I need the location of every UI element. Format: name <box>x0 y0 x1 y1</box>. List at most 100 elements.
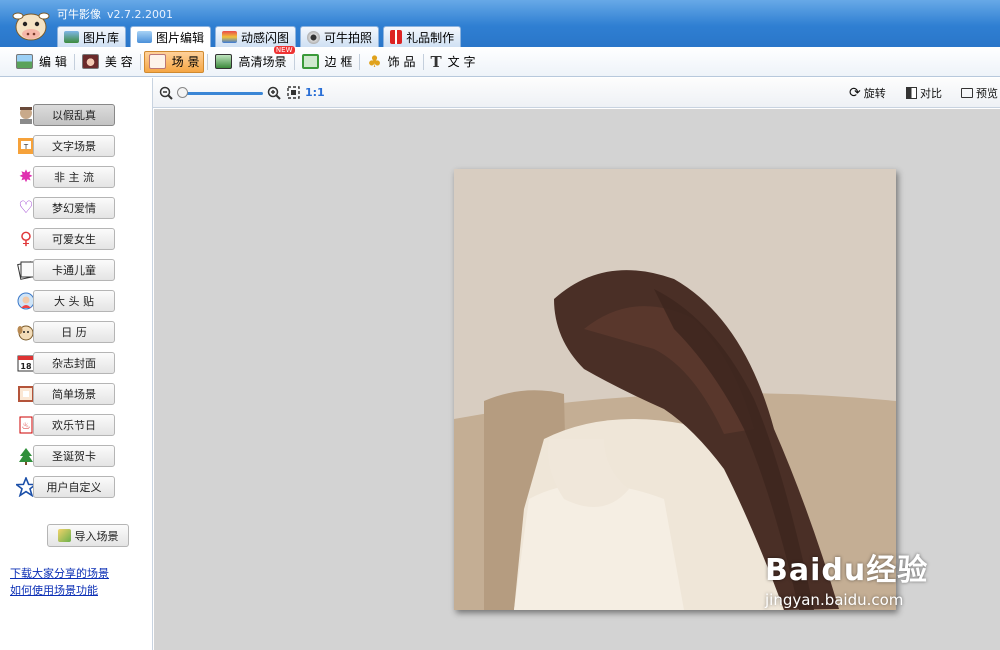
zoom-out-button[interactable] <box>159 86 173 103</box>
edit-photo-icon <box>137 31 153 43</box>
category-calendar[interactable]: 日 历 <box>33 321 115 343</box>
tab-gift[interactable]: 礼品制作 <box>383 26 462 47</box>
toolbar-divider <box>73 53 75 70</box>
gallery-icon <box>64 31 79 43</box>
category-text-scene[interactable]: 文字场景 <box>33 135 115 157</box>
tab-label: 图片库 <box>83 30 120 45</box>
rotate-icon: ⟳ <box>849 85 861 101</box>
tool-scene[interactable]: 场 景 <box>143 50 205 73</box>
category-non-mainstream[interactable]: 非 主 流 <box>33 166 115 188</box>
view-toolbar: 1:1 ⟳ 旋转 对比 预览 <box>153 78 1000 108</box>
compare-label: 对比 <box>920 87 942 100</box>
gift-icon <box>390 30 403 44</box>
compare-icon <box>906 87 917 99</box>
category-label: 大 头 贴 <box>54 295 94 308</box>
tool-text[interactable]: T文 字 <box>427 51 480 73</box>
preview-button[interactable]: 预览 <box>961 85 998 101</box>
tab-animated[interactable]: 动感闪图 <box>215 26 297 47</box>
calendar-date: 18 <box>20 362 32 371</box>
import-label: 导入场景 <box>74 529 119 543</box>
preview-icon <box>961 88 973 98</box>
photo-content <box>454 169 896 610</box>
how-to-use-scenes-link[interactable]: 如何使用场景功能 <box>10 582 98 598</box>
rotate-label: 旋转 <box>863 87 886 100</box>
actual-size-button[interactable]: 1:1 <box>305 86 325 99</box>
tool-label: 场 景 <box>171 55 200 69</box>
edit-toolbar: 编 辑 美 容 场 景 高清场景 NEW 边 框 ♣ 饰 品 T 文 字 <box>0 45 1000 77</box>
tab-photo-edit[interactable]: 图片编辑 <box>130 26 212 47</box>
tool-edit[interactable]: 编 辑 <box>12 51 71 73</box>
clover-icon: ♣ <box>367 51 382 71</box>
toolbar-divider <box>359 53 361 70</box>
category-label: 卡通儿童 <box>52 264 96 277</box>
toolbar-divider <box>139 53 141 70</box>
toolbar-divider <box>293 53 295 70</box>
face-icon <box>81 54 99 69</box>
tab-webcam[interactable]: 可牛拍照 <box>300 26 380 47</box>
tool-label: 高清场景 <box>238 55 287 69</box>
tool-label: 饰 品 <box>387 55 416 69</box>
zoom-out-icon <box>159 86 173 100</box>
title-bar: 可牛影像 v2.7.2.2001 图片库 图片编辑 动感闪图 可牛拍照 礼品制作 <box>0 0 1000 47</box>
fit-icon <box>287 86 300 99</box>
baidu-watermark: Baidu经验 jingyan.baidu.com <box>765 545 928 609</box>
tab-label: 可牛拍照 <box>324 30 373 45</box>
tool-label: 文 字 <box>447 55 476 69</box>
edited-photo[interactable] <box>454 169 896 610</box>
toolbar-divider <box>422 53 424 70</box>
zoom-slider[interactable] <box>179 92 263 95</box>
svg-text:♨: ♨ <box>22 421 31 432</box>
category-cute-girl[interactable]: 可爱女生 <box>33 228 115 250</box>
scene-icon <box>148 54 166 69</box>
tool-label: 边 框 <box>324 55 353 69</box>
category-simple-scene[interactable]: 简单场景 <box>33 383 115 405</box>
frame-icon <box>301 54 319 69</box>
category-label: 可爱女生 <box>52 233 96 246</box>
download-shared-scenes-link[interactable]: 下载大家分享的场景 <box>10 565 109 581</box>
category-label: 圣诞贺卡 <box>52 450 96 463</box>
tab-label: 动感闪图 <box>241 30 290 45</box>
category-realistic[interactable]: 以假乱真 <box>33 104 115 126</box>
tool-frame[interactable]: 边 框 <box>298 51 357 73</box>
toolbar-divider <box>207 53 209 70</box>
zoom-in-icon <box>267 86 281 100</box>
app-version: v2.7.2.2001 <box>107 8 173 21</box>
category-dream-love[interactable]: 梦幻爱情 <box>33 197 115 219</box>
tool-label: 编 辑 <box>39 55 67 69</box>
category-photo-sticker[interactable]: 大 头 贴 <box>33 290 115 312</box>
category-label: 梦幻爱情 <box>52 202 96 215</box>
tab-gallery[interactable]: 图片库 <box>57 26 127 47</box>
category-label: 简单场景 <box>52 388 96 401</box>
scene-sidebar: 以假乱真 T 文字场景 ✸ 非 主 流 ♡ 梦幻爱情 ♀ 可爱女生 卡通儿童 大… <box>0 78 153 650</box>
watermark-brand: Baidu经验 <box>765 553 929 588</box>
tool-beauty[interactable]: 美 容 <box>78 51 137 73</box>
webcam-icon <box>307 30 321 44</box>
category-label: 文字场景 <box>52 140 96 153</box>
compare-button[interactable]: 对比 <box>906 85 942 101</box>
tool-accessory[interactable]: ♣ 饰 品 <box>363 51 419 73</box>
rotate-button[interactable]: ⟳ 旋转 <box>849 85 886 101</box>
category-label: 以假乱真 <box>52 109 96 122</box>
tool-label: 美 容 <box>104 55 133 69</box>
cow-logo-icon <box>12 12 50 41</box>
category-label: 非 主 流 <box>54 171 94 184</box>
category-user-defined[interactable]: 用户自定义 <box>33 476 115 498</box>
tool-hd-scene[interactable]: 高清场景 NEW <box>211 45 295 73</box>
category-label: 用户自定义 <box>46 481 102 494</box>
hd-scene-icon <box>215 54 233 69</box>
new-badge: NEW <box>273 45 295 54</box>
tab-label: 礼品制作 <box>406 30 455 45</box>
preview-label: 预览 <box>976 87 998 100</box>
app-name: 可牛影像 <box>57 8 101 21</box>
category-label: 杂志封面 <box>52 357 96 370</box>
fit-window-button[interactable] <box>287 86 300 102</box>
category-christmas-card[interactable]: 圣诞贺卡 <box>33 445 115 467</box>
import-scene-button[interactable]: 导入场景 <box>47 524 129 547</box>
category-magazine-cover[interactable]: 杂志封面 <box>33 352 115 374</box>
zoom-slider-knob[interactable] <box>177 87 188 98</box>
text-icon: T <box>430 52 442 71</box>
zoom-in-button[interactable] <box>267 86 281 103</box>
category-festival[interactable]: 欢乐节日 <box>33 414 115 436</box>
category-label: 欢乐节日 <box>52 419 96 432</box>
category-cartoon-kids[interactable]: 卡通儿童 <box>33 259 115 281</box>
